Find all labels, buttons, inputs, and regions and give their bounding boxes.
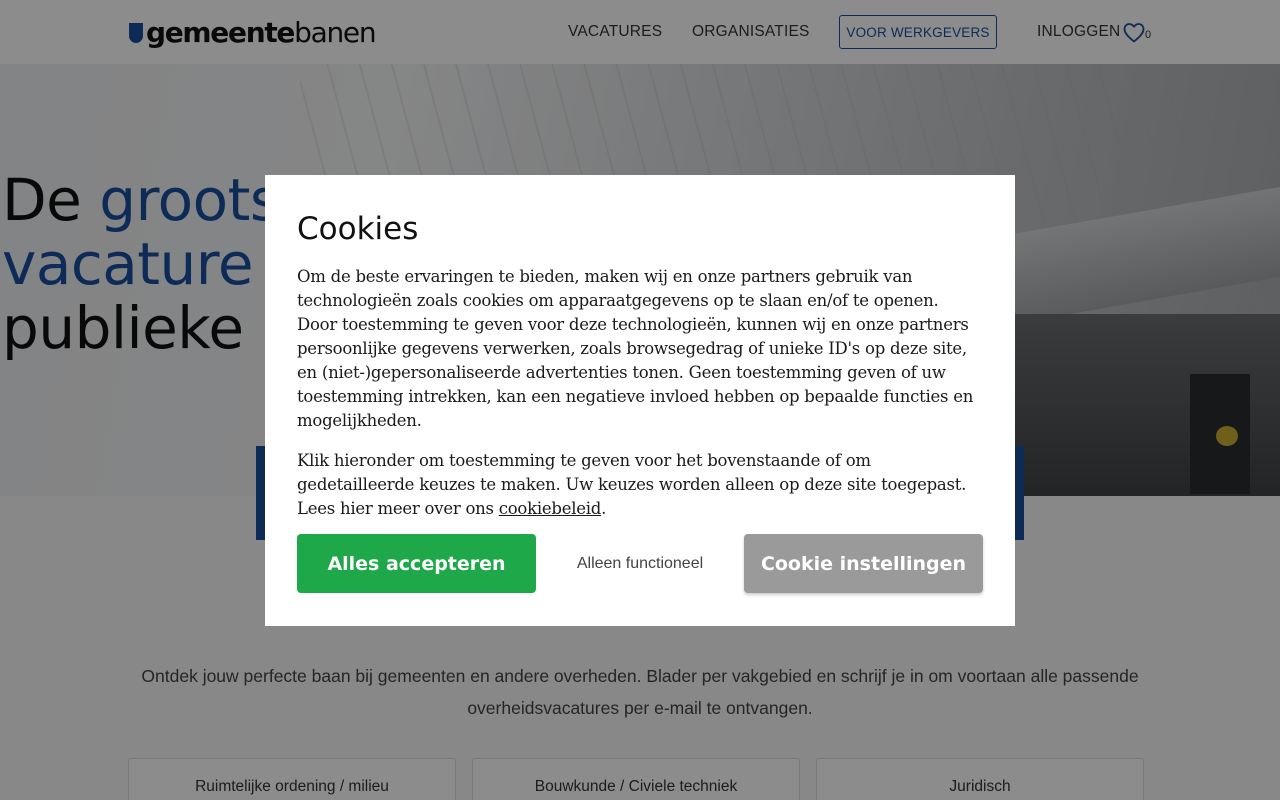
- cookie-dialog-paragraph-2-end: .: [601, 499, 607, 518]
- cookie-policy-link[interactable]: cookiebeleid: [499, 499, 602, 518]
- cookie-dialog-paragraph-1: Om de beste ervaringen te bieden, maken …: [297, 267, 974, 430]
- cookie-dialog-title: Cookies: [297, 211, 419, 247]
- cookie-consent-dialog: Cookies Om de beste ervaringen te bieden…: [265, 175, 1015, 626]
- cookie-dialog-paragraph-2-text: Klik hieronder om toestemming te geven v…: [297, 451, 967, 518]
- accept-all-button[interactable]: Alles accepteren: [297, 534, 536, 593]
- cookie-settings-button[interactable]: Cookie instellingen: [744, 534, 983, 593]
- cookie-dialog-paragraph-2: Klik hieronder om toestemming te geven v…: [297, 449, 983, 521]
- functional-only-button[interactable]: Alleen functioneel: [555, 534, 725, 593]
